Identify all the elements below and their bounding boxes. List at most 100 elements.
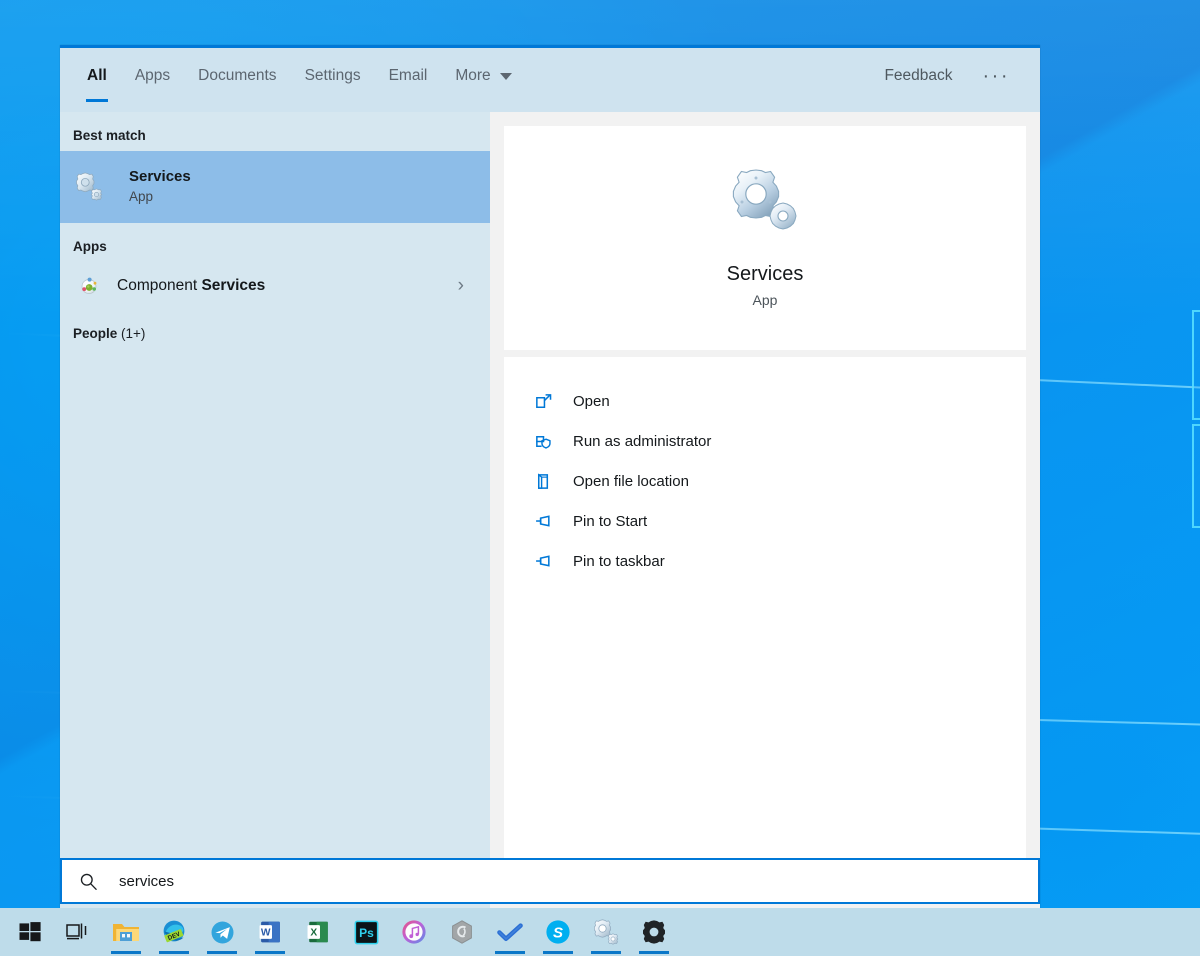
header-right-actions: Feedback ··· xyxy=(874,48,1024,104)
search-input[interactable] xyxy=(119,860,1038,902)
edge-dev-icon: DEV xyxy=(163,920,185,943)
tab-settings[interactable]: Settings xyxy=(291,48,375,104)
search-tabs-header: All Apps Documents Settings Email More F… xyxy=(60,48,1040,112)
tab-more-label: More xyxy=(455,67,491,84)
action-run-as-administrator[interactable]: Run as administrator xyxy=(504,421,1026,461)
itunes-icon xyxy=(402,920,426,944)
result-component-services[interactable]: Component Services › xyxy=(60,262,490,310)
tab-all[interactable]: All xyxy=(73,48,121,104)
component-services-icon xyxy=(79,276,99,296)
running-indicator xyxy=(495,951,525,954)
running-indicator xyxy=(543,951,573,954)
action-open-file-location-label: Open file location xyxy=(573,472,689,490)
running-indicator xyxy=(639,951,669,954)
task-view-icon xyxy=(66,923,87,940)
shield-run-as-admin-icon xyxy=(532,430,554,452)
app-actions-card: Open Run as administrator Open file loca… xyxy=(504,357,1026,894)
checkmark-icon xyxy=(497,923,523,941)
todoist-taskbar-item[interactable] xyxy=(486,908,534,956)
microsoft-excel-taskbar-item[interactable]: X xyxy=(294,908,342,956)
photoshop-icon: Ps xyxy=(354,920,378,944)
pin-icon xyxy=(532,550,554,572)
action-pin-to-taskbar[interactable]: Pin to taskbar xyxy=(504,541,1026,581)
result-best-match-services[interactable]: Services App xyxy=(60,151,490,223)
result-name-highlight: Services xyxy=(201,277,266,294)
tab-settings-label: Settings xyxy=(304,67,361,84)
action-pin-to-start[interactable]: Pin to Start xyxy=(504,501,1026,541)
search-flyout-body: Best match Services App Apps Component S… xyxy=(60,112,1040,908)
file-explorer-taskbar-item[interactable] xyxy=(102,908,150,956)
wallpaper-flag-segment-1 xyxy=(1192,310,1200,420)
svg-text:W: W xyxy=(260,927,270,938)
tab-apps-label: Apps xyxy=(134,67,171,84)
itunes-taskbar-item[interactable] xyxy=(390,908,438,956)
microsoft-word-taskbar-item[interactable]: W xyxy=(246,908,294,956)
running-indicator xyxy=(591,951,621,954)
hex-app-icon xyxy=(452,920,472,944)
chevron-right-icon[interactable]: › xyxy=(458,275,464,297)
action-run-as-administrator-label: Run as administrator xyxy=(573,432,712,450)
services-taskbar-item[interactable] xyxy=(582,908,630,956)
tab-email-label: Email xyxy=(388,67,428,84)
more-options-icon[interactable]: ··· xyxy=(963,66,1024,86)
result-title: Services xyxy=(129,167,191,185)
tab-apps[interactable]: Apps xyxy=(121,48,184,104)
excel-icon: X xyxy=(307,921,328,943)
settings-taskbar-item[interactable] xyxy=(630,908,678,956)
search-icon xyxy=(76,869,100,893)
task-view-button[interactable] xyxy=(54,908,102,956)
taskbar: DEV W X Ps S xyxy=(0,908,1200,956)
action-open-file-location[interactable]: Open file location xyxy=(504,461,1026,501)
result-component-services-label: Component Services xyxy=(117,277,265,295)
action-open-label: Open xyxy=(573,392,610,410)
preview-app-subtitle: App xyxy=(752,292,778,308)
app-info-card: Services App xyxy=(504,126,1026,350)
running-indicator xyxy=(111,951,141,954)
tab-email[interactable]: Email xyxy=(375,48,442,104)
microsoft-edge-dev-taskbar-item[interactable]: DEV xyxy=(150,908,198,956)
windows-search-flyout: All Apps Documents Settings Email More F… xyxy=(60,45,1040,908)
running-indicator xyxy=(207,951,237,954)
section-header-people-count: (1+) xyxy=(117,326,146,341)
services-gears-large-icon xyxy=(728,168,802,243)
tab-documents-label: Documents xyxy=(198,67,277,84)
preview-app-title: Services xyxy=(726,263,804,285)
action-pin-to-taskbar-label: Pin to taskbar xyxy=(573,552,665,570)
services-gears-icon xyxy=(73,171,105,203)
section-header-best-match: Best match xyxy=(73,128,146,143)
windows-logo-icon xyxy=(19,922,41,942)
app-preview-pane: Services App Open Run as administrator O… xyxy=(490,112,1040,908)
result-name-prefix: Component xyxy=(117,277,202,294)
svg-text:Ps: Ps xyxy=(359,925,374,939)
chevron-down-icon xyxy=(499,72,512,80)
action-open[interactable]: Open xyxy=(504,381,1026,421)
svg-text:X: X xyxy=(310,927,317,938)
feedback-button[interactable]: Feedback xyxy=(874,67,962,85)
telegram-icon xyxy=(211,921,233,943)
section-header-people-label: People xyxy=(73,326,118,341)
tab-documents[interactable]: Documents xyxy=(184,48,290,104)
svg-text:S: S xyxy=(553,924,563,941)
telegram-taskbar-item[interactable] xyxy=(198,908,246,956)
word-icon: W xyxy=(259,921,280,943)
file-explorer-icon xyxy=(113,924,139,941)
running-indicator xyxy=(159,951,189,954)
running-indicator xyxy=(255,951,285,954)
result-subtitle: App xyxy=(129,189,154,204)
pin-icon xyxy=(532,510,554,532)
folder-open-location-icon xyxy=(532,470,554,492)
section-header-apps: Apps xyxy=(73,239,107,254)
skype-icon: S xyxy=(546,920,570,944)
tab-more[interactable]: More xyxy=(441,48,525,104)
hex-app-taskbar-item[interactable] xyxy=(438,908,486,956)
start-button[interactable] xyxy=(6,908,54,956)
gear-icon xyxy=(643,920,665,944)
action-pin-to-start-label: Pin to Start xyxy=(573,512,648,530)
tab-all-label: All xyxy=(87,67,107,84)
search-results-pane: Best match Services App Apps Component S… xyxy=(60,112,490,908)
search-tabs: All Apps Documents Settings Email More xyxy=(73,48,526,104)
adobe-photoshop-taskbar-item[interactable]: Ps xyxy=(342,908,390,956)
skype-taskbar-item[interactable]: S xyxy=(534,908,582,956)
result-best-match-texts: Services App xyxy=(129,167,191,208)
search-input-bar[interactable] xyxy=(60,858,1040,904)
